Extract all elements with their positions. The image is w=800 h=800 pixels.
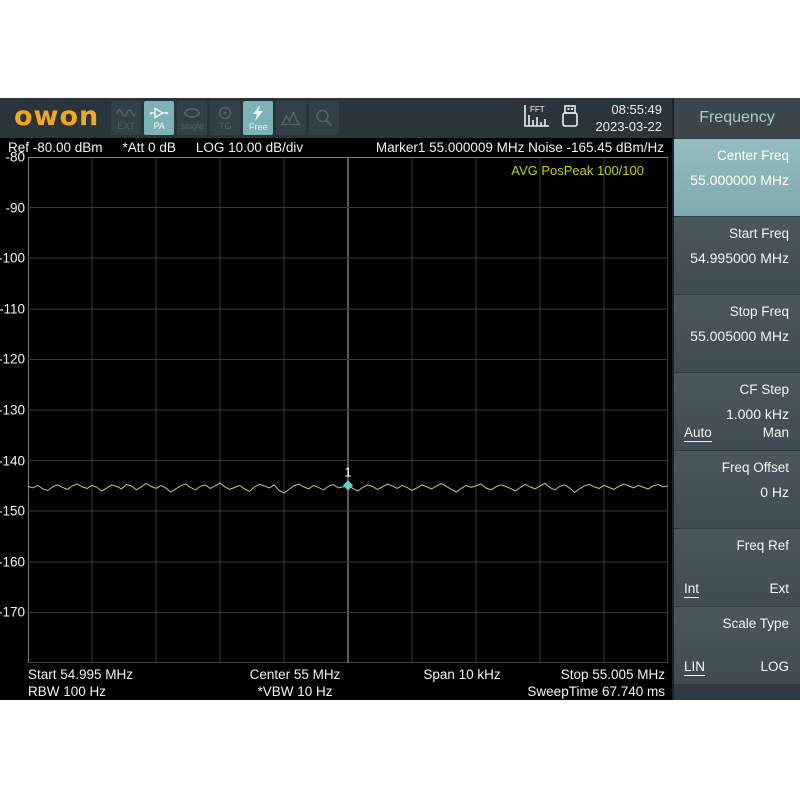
plot-svg: 1 [28,157,668,663]
ext-icon [116,106,136,120]
menu-button-cf-step[interactable]: CF Step 1.000 kHz Auto Man [674,373,800,450]
single-label: single [181,121,205,131]
ext-toolbar-button[interactable]: EXT [111,101,141,135]
menu-button-label: Stop Freq [684,304,789,319]
menu-button-value: 55.000000 MHz [684,172,789,188]
menu-button-label: Start Freq [684,226,789,241]
menu-button-freq-ref[interactable]: Freq Ref Int Ext [674,529,800,606]
zoom-icon [314,109,334,127]
peaks-icon [280,110,302,126]
menu-button-value: 0 Hz [684,484,789,500]
top-toolbar: owon EXT PA single TG Free FFT [0,98,672,138]
menu-button-toggle: LIN LOG [684,659,789,676]
stop-freq-readout: Stop 55.005 MHz [561,667,665,682]
y-axis-label: -130 [0,403,25,418]
span-readout: Span 10 kHz [423,667,500,682]
y-axis-label: -150 [0,504,25,519]
analyzer-screen: owon EXT PA single TG Free FFT [0,98,800,700]
sweep-time-readout: SweepTime 67.740 ms [527,684,665,699]
clock: 08:55:49 2023-03-22 [596,101,663,135]
toggle-option-auto[interactable]: Auto [684,425,712,442]
toolbar-icon-group: EXT PA single TG Free [111,101,339,135]
menu-button-center-freq[interactable]: Center Freq 55.000000 MHz [674,139,800,216]
pa-toolbar-button[interactable]: PA [144,101,174,135]
menu-button-stop-freq[interactable]: Stop Freq 55.005000 MHz [674,295,800,372]
usb-save-icon[interactable] [557,102,583,135]
menu-button-freq-offset[interactable]: Freq Offset 0 Hz [674,451,800,528]
fft-mode-icon[interactable]: FFT [521,103,551,134]
menu-button-value: 55.005000 MHz [684,328,789,344]
free-toolbar-button[interactable]: Free [243,101,273,135]
y-axis-label: -110 [0,301,25,316]
annotation-line: Ref -80.00 dBm *Att 0 dB LOG 10.00 dB/di… [0,138,672,157]
tg-toolbar-button[interactable]: TG [210,101,240,135]
y-axis-label: -160 [0,554,25,569]
single-toolbar-button[interactable]: single [177,101,207,135]
spectrum-plot: AVG PosPeak 100/100 1 [28,157,668,663]
attenuation: *Att 0 dB [123,140,176,155]
amplitude-settings: Ref -80.00 dBm *Att 0 dB LOG 10.00 dB/di… [8,140,303,155]
scale-setting: LOG 10.00 dB/div [196,140,303,155]
y-axis-label: -90 [5,200,25,215]
single-icon [182,106,202,120]
menu-buttons: Center Freq 55.000000 MHz Start Freq 54.995… [674,139,800,684]
status-icons: FFT [521,102,583,135]
toggle-option-man[interactable]: Man [763,425,789,442]
toggle-option-lin[interactable]: LIN [684,659,705,676]
status-bar: Start 54.995 MHz Center 55 MHz Span 10 k… [0,663,672,700]
time: 08:55:49 [596,101,663,118]
menu-button-value: 54.995000 MHz [684,250,789,266]
menu-button-value: 1.000 kHz [684,406,789,422]
menu-button-toggle: Int Ext [684,581,789,598]
free-label: Free [249,122,268,132]
owon-logo: owon [14,101,99,132]
start-freq-readout: Start 54.995 MHz [28,667,133,682]
y-axis-label: -170 [0,605,25,620]
tg-icon [215,106,235,120]
toggle-option-int[interactable]: Int [684,581,699,598]
free-icon [248,105,268,121]
zoom-toolbar-button[interactable] [309,101,339,135]
menu-title: Frequency [674,98,800,138]
pa-label: PA [154,121,165,131]
rbw-readout: RBW 100 Hz [28,684,106,699]
marker-1-label: 1 [344,464,351,479]
date: 2023-03-22 [596,118,663,135]
center-freq-readout: Center 55 MHz [250,667,341,682]
trace-mode-note: AVG PosPeak 100/100 [511,163,644,178]
y-axis-label: -80 [5,150,25,165]
menu-button-label: CF Step [684,382,789,397]
toggle-option-log[interactable]: LOG [760,659,789,676]
menu-button-label: Freq Ref [684,538,789,553]
menu-button-label: Freq Offset [684,460,789,475]
toggle-option-ext[interactable]: Ext [769,581,789,598]
frequency-menu-panel: Frequency Center Freq 55.000000 MHz Start … [672,98,800,700]
menu-button-start-freq[interactable]: Start Freq 54.995000 MHz [674,217,800,294]
menu-button-label: Scale Type [684,616,789,631]
display-area: Ref -80.00 dBm *Att 0 dB LOG 10.00 dB/di… [0,138,672,700]
tg-label: TG [219,121,232,131]
ext-label: EXT [118,121,136,131]
y-axis-label: -140 [0,453,25,468]
menu-button-toggle: Auto Man [684,425,789,442]
vbw-readout: *VBW 10 Hz [257,684,332,699]
pa-icon [149,106,169,120]
y-axis-labels: -80-90-100-110-120-130-140-150-160-170 [0,157,26,663]
y-axis-label: -120 [0,352,25,367]
y-axis-label: -100 [0,251,25,266]
menu-button-label: Center Freq [684,148,789,163]
marker-1-diamond[interactable] [343,480,353,490]
marker-readout: Marker1 55.000009 MHz Noise -165.45 dBm/… [376,140,664,155]
svg-text:FFT: FFT [530,105,545,114]
peaks-toolbar-button[interactable] [276,101,306,135]
menu-button-scale-type[interactable]: Scale Type LIN LOG [674,607,800,684]
